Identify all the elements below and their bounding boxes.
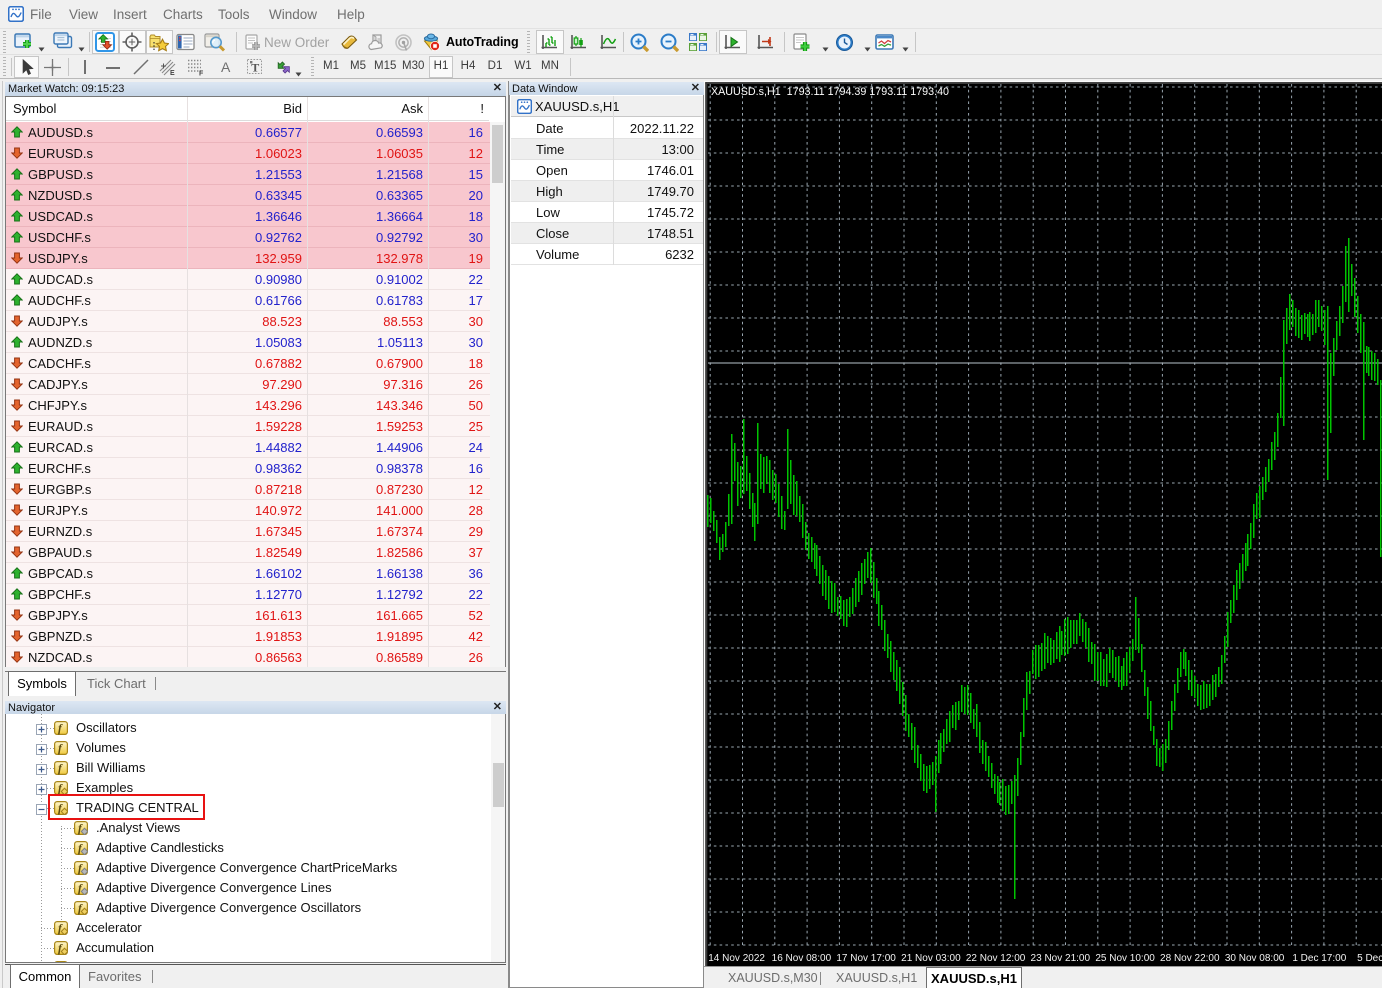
svg-text:22 Nov 12:00: 22 Nov 12:00 (966, 953, 1026, 964)
svg-text:21 Nov 03:00: 21 Nov 03:00 (901, 953, 961, 964)
svg-text:16 Nov 08:00: 16 Nov 08:00 (772, 953, 832, 964)
svg-text:14 Nov 2022: 14 Nov 2022 (708, 953, 765, 964)
svg-text:5 Dec 02:00: 5 Dec 02:00 (1357, 953, 1382, 964)
svg-text:23 Nov 21:00: 23 Nov 21:00 (1031, 953, 1091, 964)
svg-text:25 Nov 10:00: 25 Nov 10:00 (1095, 953, 1155, 964)
svg-text:F: F (199, 71, 204, 77)
svg-text:E: E (170, 70, 175, 76)
svg-text:T: T (251, 61, 259, 75)
svg-text:30 Nov 08:00: 30 Nov 08:00 (1225, 953, 1285, 964)
svg-text:1 Dec 17:00: 1 Dec 17:00 (1292, 953, 1346, 964)
svg-text:XAUUSD.s,H1 1793.11 1794.39 1: XAUUSD.s,H1 1793.11 1794.39 1793.11 1793… (711, 86, 949, 98)
svg-text:28 Nov 22:00: 28 Nov 22:00 (1160, 953, 1220, 964)
svg-text:A: A (221, 59, 231, 75)
svg-text:17 Nov 17:00: 17 Nov 17:00 (836, 953, 896, 964)
